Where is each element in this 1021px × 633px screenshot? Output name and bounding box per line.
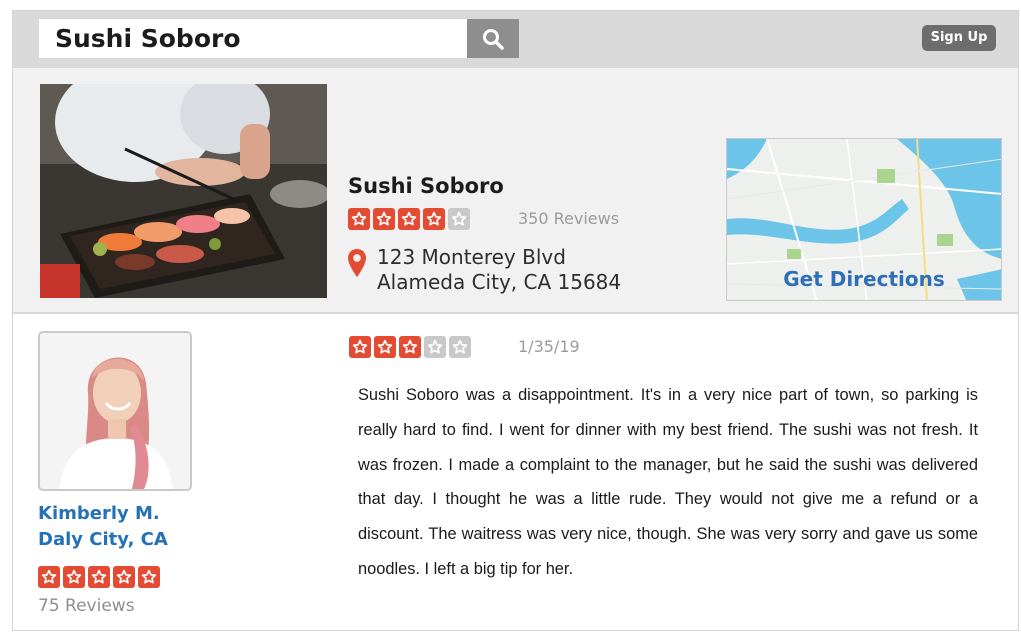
business-section: Sushi Soboro 350 Reviews 123 Monterey Bl…: [13, 68, 1018, 312]
search-icon: [483, 28, 504, 50]
star-icon: [349, 336, 371, 358]
map-thumbnail[interactable]: Get Directions: [726, 138, 1002, 301]
map-pin-icon: [348, 249, 366, 277]
star-icon: [399, 336, 421, 358]
get-directions-link[interactable]: Get Directions: [727, 267, 1001, 291]
business-review-count[interactable]: 350 Reviews: [518, 209, 619, 228]
review-rating: [349, 336, 471, 358]
star-icon: [348, 208, 370, 230]
star-icon: [373, 208, 395, 230]
star-icon: [449, 336, 471, 358]
star-icon: [398, 208, 420, 230]
reviewer-avatar[interactable]: [38, 331, 192, 491]
business-rating: [348, 208, 470, 230]
review-date: 1/35/19: [518, 337, 580, 356]
star-icon: [113, 566, 135, 588]
star-icon: [374, 336, 396, 358]
star-icon: [423, 208, 445, 230]
search-button[interactable]: [467, 19, 519, 58]
business-name[interactable]: Sushi Soboro: [348, 174, 504, 198]
star-icon: [63, 566, 85, 588]
sign-up-button[interactable]: Sign Up: [922, 25, 996, 51]
star-icon: [138, 566, 160, 588]
reviewer-rating: [38, 566, 160, 588]
top-bar: Sign Up: [13, 11, 1018, 68]
star-icon: [448, 208, 470, 230]
star-icon: [424, 336, 446, 358]
search-input[interactable]: [39, 19, 467, 58]
reviewer-review-count: 75 Reviews: [38, 596, 135, 616]
address-line-1: 123 Monterey Blvd: [377, 245, 566, 269]
section-divider: [13, 312, 1018, 314]
restaurant-photo: [40, 84, 327, 298]
star-icon: [38, 566, 60, 588]
review-text: Sushi Soboro was a disappointment. It's …: [358, 386, 978, 578]
reviewer-location: Daly City, CA: [38, 529, 168, 550]
reviewer-name[interactable]: Kimberly M.: [38, 501, 160, 527]
address-line-2: Alameda City, CA 15684: [377, 270, 622, 294]
yelp-style-page: Sign Up: [12, 10, 1019, 631]
business-address: 123 Monterey Blvd Alameda City, CA 15684: [377, 245, 621, 295]
star-icon: [88, 566, 110, 588]
